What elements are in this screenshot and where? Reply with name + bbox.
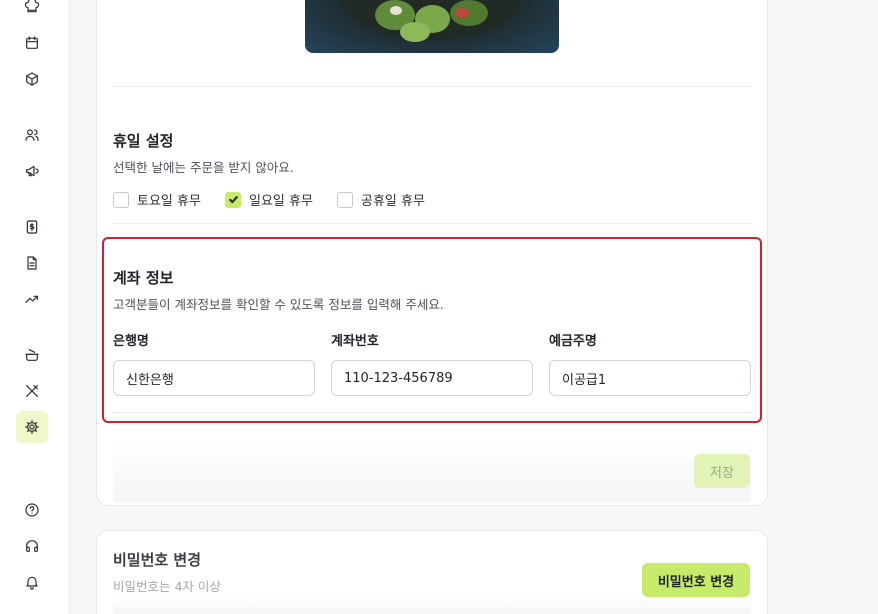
sunday-holiday-checkbox[interactable]: 일요일 휴무 (225, 190, 313, 209)
checkbox-label: 일요일 휴무 (249, 194, 313, 209)
trend-up-icon[interactable] (16, 283, 48, 315)
change-password-button[interactable]: 비밀번호 변경 (642, 563, 750, 597)
users-icon[interactable] (16, 119, 48, 151)
save-button[interactable]: 저장 (694, 454, 750, 488)
checkbox-label: 공휴일 휴무 (361, 194, 425, 209)
fade-overlay (113, 596, 751, 614)
utensils-crossed-icon[interactable] (16, 375, 48, 407)
dollar-icon[interactable] (16, 211, 48, 243)
headphones-icon[interactable] (16, 530, 48, 562)
store-image (305, 0, 559, 53)
megaphone-icon[interactable] (16, 155, 48, 187)
bell-icon[interactable] (16, 566, 48, 598)
saturday-holiday-checkbox[interactable]: 토요일 휴무 (113, 190, 201, 209)
password-section-description: 비밀번호는 4자 이상 (113, 579, 221, 594)
highlight-box (102, 237, 762, 423)
checkbox-box[interactable] (225, 191, 241, 208)
divider (113, 223, 751, 224)
password-section-title: 비밀번호 변경 (113, 551, 202, 569)
help-icon[interactable] (16, 494, 48, 526)
document-icon[interactable] (16, 247, 48, 279)
checkbox-label: 토요일 휴무 (137, 194, 201, 209)
sidebar (0, 0, 70, 614)
divider (113, 86, 751, 87)
calendar-icon[interactable] (16, 27, 48, 59)
holiday-section-title: 휴일 설정 (113, 132, 174, 150)
box-icon[interactable] (16, 63, 48, 95)
public-holiday-checkbox[interactable]: 공휴일 휴무 (337, 190, 425, 209)
fade-overlay (113, 440, 751, 502)
holiday-section-description: 선택한 날에는 주문을 받지 않아요. (113, 160, 294, 175)
check-icon (228, 196, 238, 204)
settings-icon[interactable] (16, 411, 48, 443)
checkbox-box[interactable] (337, 191, 353, 208)
scroll-area (872, 0, 878, 614)
checkbox-box[interactable] (113, 191, 129, 208)
cooking-pot-icon[interactable] (16, 339, 48, 371)
chef-hat-icon[interactable] (16, 0, 48, 23)
